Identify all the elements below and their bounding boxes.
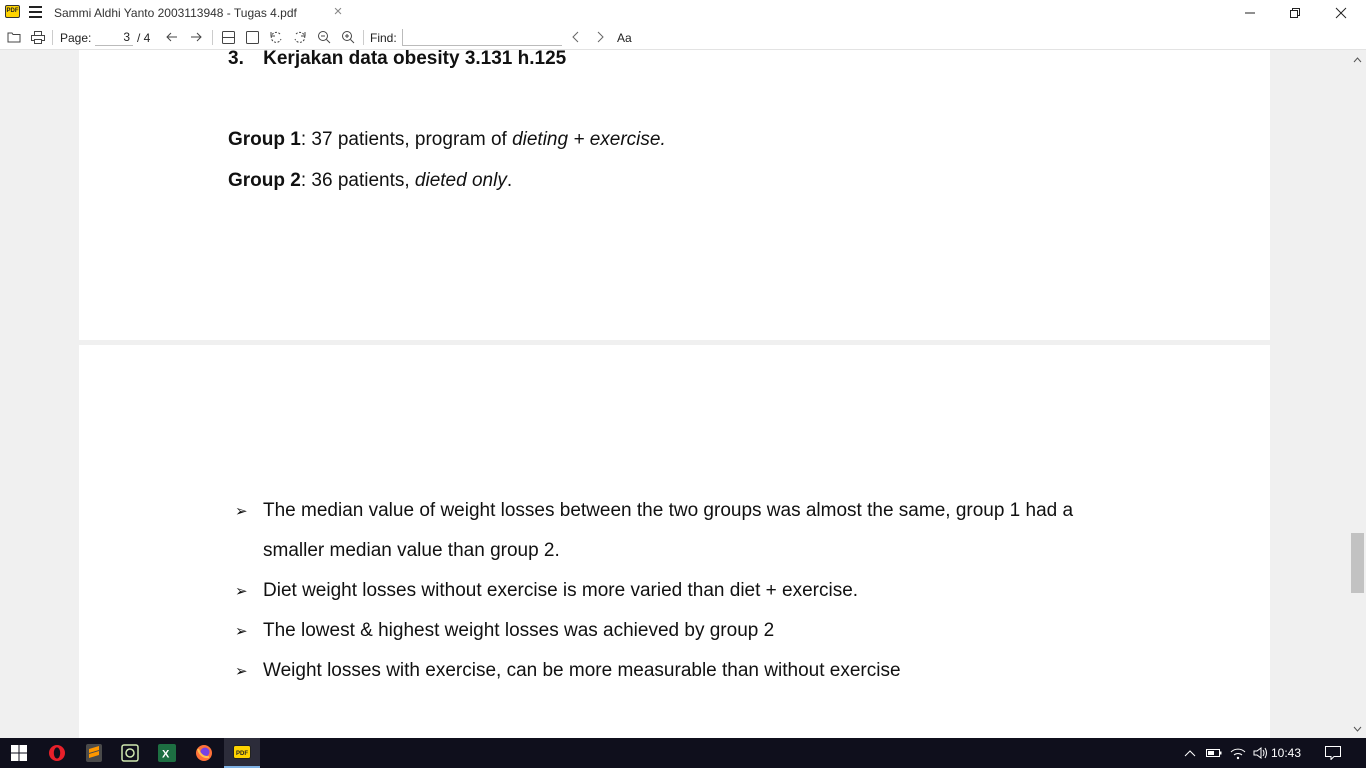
- svg-text:PDF: PDF: [236, 751, 248, 757]
- opera-browser-icon[interactable]: [39, 738, 75, 768]
- group2-period: .: [506, 170, 513, 191]
- sumatra-pdf-icon[interactable]: PDF: [224, 738, 260, 768]
- show-hidden-icons-icon[interactable]: [1182, 745, 1198, 761]
- document-tab[interactable]: Sammi Aldhi Yanto 2003113948 - Tugas 4.p…: [47, 0, 352, 25]
- group1-label: Group 1: [228, 129, 301, 150]
- taskbar-clock[interactable]: 10:43: [1271, 746, 1301, 760]
- scroll-down-arrow-icon[interactable]: [1352, 723, 1363, 734]
- list-item: ➢ The median value of weight losses betw…: [235, 500, 1073, 524]
- document-view[interactable]: 3. Kerjakan data obesity 3.131 h.125 Gro…: [0, 50, 1366, 738]
- close-window-button[interactable]: [1318, 0, 1364, 25]
- svg-text:X: X: [162, 749, 170, 761]
- pdf-app-logo-icon: PDF: [5, 5, 20, 18]
- battery-icon[interactable]: [1206, 745, 1222, 761]
- pdf-page-4: ➢ The median value of weight losses betw…: [79, 345, 1270, 738]
- list-item: ➢ Diet weight losses without exercise is…: [235, 580, 858, 604]
- match-case-toggle[interactable]: Aa: [617, 31, 632, 45]
- arrow-bullet-icon: ➢: [235, 663, 248, 680]
- pdf-page-3: 3. Kerjakan data obesity 3.131 h.125 Gro…: [79, 50, 1270, 340]
- heading-text: Kerjakan data obesity 3.131 h.125: [263, 50, 567, 69]
- arrow-bullet-icon: ➢: [235, 623, 248, 640]
- wifi-icon[interactable]: [1230, 745, 1246, 761]
- group2-program: dieted only: [414, 170, 507, 191]
- list-item: ➢ The lowest & highest weight losses was…: [235, 620, 774, 644]
- sublime-text-icon[interactable]: [76, 738, 112, 768]
- rotate-left-icon[interactable]: [268, 29, 284, 45]
- tab-close-icon[interactable]: ×: [330, 4, 346, 20]
- find-input[interactable]: [402, 29, 562, 46]
- close-icon: [1335, 7, 1347, 18]
- group1-text: : 37 patients, program of: [300, 129, 513, 150]
- list-item-text: Weight losses with exercise, can be more…: [263, 660, 901, 681]
- next-page-arrow-icon[interactable]: [188, 29, 204, 45]
- vertical-scrollbar[interactable]: [1349, 50, 1366, 738]
- restore-button[interactable]: [1272, 0, 1318, 25]
- arrow-bullet-icon: ➢: [235, 583, 248, 600]
- page-label: Page:: [60, 31, 92, 45]
- print-icon[interactable]: [30, 29, 46, 45]
- find-next-icon[interactable]: [592, 29, 608, 45]
- utility-app-icon[interactable]: [112, 738, 148, 768]
- scrollbar-thumb[interactable]: [1351, 533, 1364, 593]
- heading-number: 3.: [228, 50, 244, 69]
- fit-width-icon[interactable]: [220, 29, 236, 45]
- document-title: Sammi Aldhi Yanto 2003113948 - Tugas 4.p…: [54, 5, 297, 20]
- volume-icon[interactable]: [1253, 745, 1269, 761]
- list-item: ➢ Weight losses with exercise, can be mo…: [235, 660, 901, 684]
- rotate-right-icon[interactable]: [292, 29, 308, 45]
- group1-description: Group 1: 37 patients, program of dieting…: [228, 129, 666, 151]
- group2-text: : 36 patients,: [300, 170, 415, 191]
- restore-icon: [1290, 7, 1300, 18]
- list-item-text: The median value of weight losses betwee…: [263, 500, 1074, 521]
- fit-page-icon[interactable]: [244, 29, 260, 45]
- group1-program: dieting + exercise.: [512, 129, 666, 150]
- title-bar: PDF Sammi Aldhi Yanto 2003113948 - Tugas…: [0, 0, 1366, 25]
- pdf-viewer-window: PDF Sammi Aldhi Yanto 2003113948 - Tugas…: [0, 0, 1366, 768]
- excel-icon[interactable]: X: [149, 738, 185, 768]
- toolbar: Page: / 4 Find:: [0, 25, 1366, 50]
- find-label: Find:: [370, 31, 397, 45]
- firefox-icon[interactable]: [186, 738, 222, 768]
- find-previous-icon[interactable]: [568, 29, 584, 45]
- previous-page-arrow-icon[interactable]: [164, 29, 180, 45]
- list-item-text: Diet weight losses without exercise is m…: [263, 580, 859, 601]
- zoom-out-icon[interactable]: [316, 29, 332, 45]
- minimize-button[interactable]: [1227, 0, 1273, 25]
- group2-label: Group 2: [228, 170, 301, 191]
- windows-taskbar: X PDF 10:43: [0, 738, 1366, 768]
- page-number-input[interactable]: [95, 29, 133, 46]
- question-heading: 3. Kerjakan data obesity 3.131 h.125: [228, 50, 566, 70]
- minimize-icon: [1245, 12, 1255, 13]
- list-item-text: The lowest & highest weight losses was a…: [263, 620, 775, 641]
- open-folder-icon[interactable]: [6, 29, 22, 45]
- group2-description: Group 2: 36 patients, dieted only.: [228, 170, 512, 192]
- main-menu-icon[interactable]: [29, 6, 42, 18]
- arrow-bullet-icon: ➢: [235, 503, 248, 520]
- notification-center-icon[interactable]: [1325, 745, 1341, 761]
- total-pages: / 4: [137, 31, 151, 45]
- list-item-continuation: smaller median value than group 2.: [263, 540, 560, 561]
- windows-start-icon[interactable]: [0, 738, 38, 768]
- scroll-up-arrow-icon[interactable]: [1352, 54, 1363, 65]
- zoom-in-icon[interactable]: [340, 29, 356, 45]
